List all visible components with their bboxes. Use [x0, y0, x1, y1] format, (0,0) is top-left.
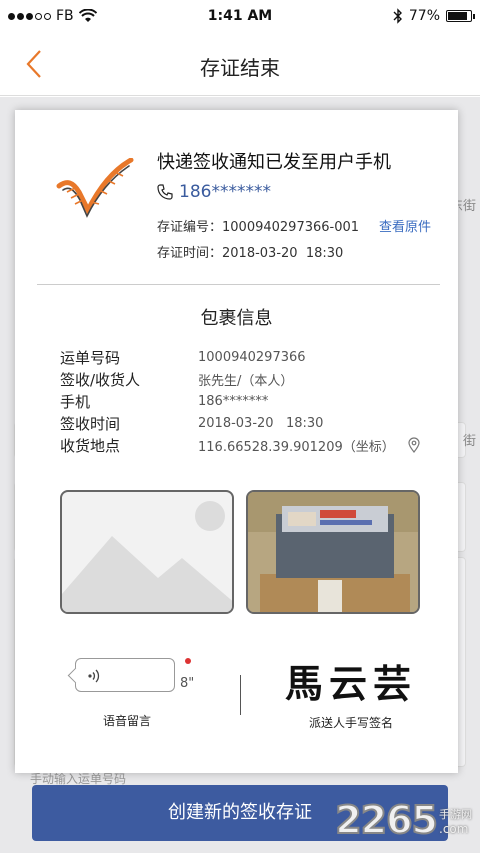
notice-phone[interactable]: 186*******: [157, 182, 271, 202]
info-label: 收货地点: [60, 436, 121, 455]
voice-label: 语音留言: [103, 714, 152, 728]
package-photo[interactable]: [246, 490, 420, 614]
info-label: 手机: [60, 392, 91, 411]
signature-image: 馬云芸: [285, 661, 418, 706]
info-row: 收货地点 116.66528.39.901209（坐标）: [60, 434, 440, 456]
info-label: 签收/收货人: [60, 370, 141, 389]
check-icon: [56, 158, 134, 218]
location-pin-icon[interactable]: [408, 437, 420, 453]
voice-message-button[interactable]: [75, 658, 175, 692]
cert-number: 1000940297366-001: [222, 220, 360, 235]
cert-number-label: 存证编号：: [157, 220, 223, 235]
info-value: 2018-03-20 18:30: [198, 415, 324, 431]
info-value: 张先生/（本人）: [198, 373, 294, 389]
status-right: 77%: [393, 8, 475, 24]
photo-placeholder[interactable]: [60, 490, 234, 614]
page-title: 存证结束: [200, 56, 280, 80]
image-placeholder-icon: [62, 501, 232, 612]
package-info-list: 运单号码 1000940297366 签收/收货人 张先生/（本人） 手机 186**…: [60, 346, 440, 456]
package-info-title: 包裹信息: [200, 308, 273, 329]
battery-icon: [446, 10, 475, 22]
signature-label: 派送人手写签名: [309, 716, 394, 730]
watermark-number: 2265: [334, 797, 439, 843]
cert-number-row: 存证编号：1000940297366-001 查看原件: [157, 216, 431, 235]
vertical-divider: [240, 675, 241, 715]
phone-number: 186*******: [179, 182, 271, 202]
cert-time-row: 存证时间：2018-03-20 18:30: [157, 242, 343, 261]
info-value: 186*******: [198, 393, 269, 409]
notice-title: 快递签收通知已发至用户手机: [157, 152, 391, 173]
battery-percent: 77%: [408, 8, 440, 24]
status-bar: FB 1:41 AM 77%: [0, 0, 480, 34]
info-row: 运单号码 1000940297366: [60, 346, 440, 368]
bluetooth-icon: [393, 8, 402, 24]
view-original-link[interactable]: 查看原件: [379, 220, 431, 235]
info-row: 手机 186*******: [60, 390, 440, 412]
cert-time: 2018-03-20 18:30: [222, 246, 344, 261]
unread-dot: [185, 658, 191, 664]
watermark-suffix: .com: [439, 822, 469, 836]
package-image: [248, 492, 418, 612]
info-label: 签收时间: [60, 414, 121, 433]
divider: [37, 284, 440, 285]
cert-time-label: 存证时间：: [157, 246, 223, 261]
info-row: 签收时间 2018-03-20 18:30: [60, 412, 440, 434]
background-text: 街: [462, 434, 476, 449]
voice-wave-icon: [88, 669, 100, 683]
info-label: 运单号码: [60, 348, 121, 367]
info-row: 签收/收货人 张先生/（本人）: [60, 368, 440, 390]
phone-icon: [157, 184, 173, 200]
watermark: 2265 手游网 .com: [334, 797, 472, 843]
voice-duration: 8": [180, 676, 195, 691]
info-value: 116.66528.39.901209（坐标）: [198, 439, 395, 455]
info-value: 1000940297366: [198, 349, 306, 365]
watermark-text: 手游网: [439, 808, 472, 821]
certificate-card: 快递签收通知已发至用户手机 186******* 存证编号：1000940297…: [15, 110, 458, 773]
nav-bar: 存证结束: [0, 34, 480, 96]
